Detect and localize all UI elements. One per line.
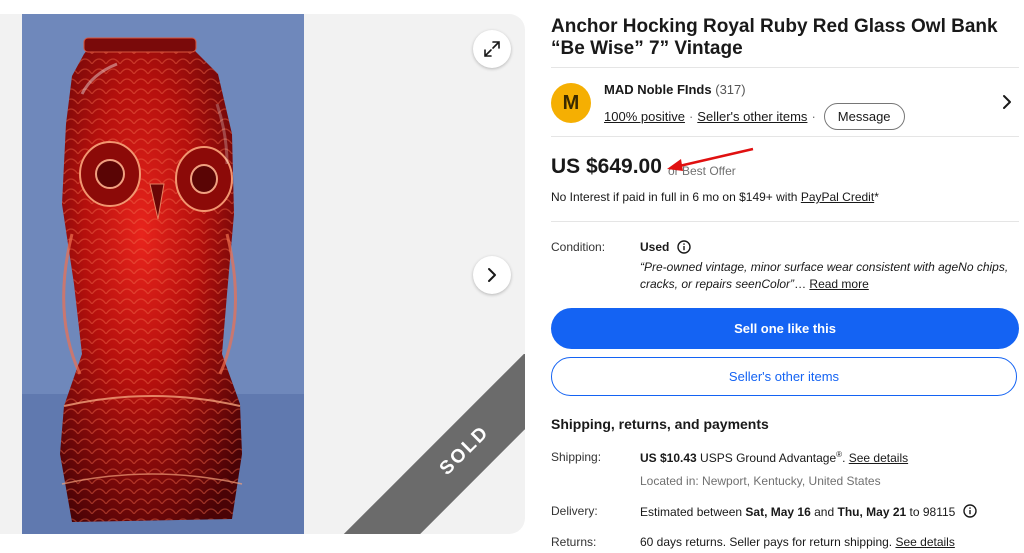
- sold-ribbon: SOLD: [340, 354, 525, 534]
- item-photo[interactable]: [22, 14, 304, 534]
- seller-expand-button[interactable]: [1000, 92, 1014, 117]
- returns-see-details-link[interactable]: See details: [895, 535, 954, 549]
- divider: [551, 221, 1019, 222]
- positive-feedback-link[interactable]: 100% positive: [604, 109, 685, 124]
- next-image-button[interactable]: [473, 256, 511, 294]
- returns-value: 60 days returns. Seller pays for return …: [640, 535, 955, 549]
- seller-links: 100% positive · Seller's other items · M…: [604, 103, 905, 130]
- divider: [551, 67, 1019, 68]
- shipping-label: Shipping:: [551, 450, 602, 464]
- paypal-credit-link[interactable]: PayPal Credit: [801, 190, 874, 204]
- seller-feedback-count: (317): [715, 82, 746, 97]
- seller-name-row: MAD Noble FInds (317): [604, 82, 746, 97]
- annotation-arrow-icon: [667, 147, 754, 171]
- delivery-label: Delivery:: [551, 504, 598, 518]
- message-button[interactable]: Message: [823, 103, 905, 130]
- divider: [551, 136, 1019, 137]
- seller-other-items-link[interactable]: Seller's other items: [697, 109, 807, 124]
- sell-one-like-this-button[interactable]: Sell one like this: [551, 308, 1019, 349]
- image-gallery: SOLD: [0, 14, 525, 534]
- shipping-separator: .: [842, 451, 849, 465]
- financing-offer: No Interest if paid in full in 6 mo on $…: [551, 190, 879, 204]
- condition-value: Used: [640, 240, 670, 254]
- delivery-zip: to 98115: [906, 505, 956, 519]
- delivery-and: and: [810, 505, 838, 519]
- delivery-start-date: Sat, May 16: [745, 505, 811, 519]
- item-location: Located in: Newport, Kentucky, United St…: [640, 474, 881, 488]
- delivery-prefix: Estimated between: [640, 505, 746, 519]
- expand-arrows-icon: [484, 41, 500, 57]
- separator-dot: ·: [688, 109, 694, 124]
- shipping-service: USPS Ground Advantage: [696, 451, 837, 465]
- chevron-right-icon: [488, 268, 496, 282]
- condition-description: “Pre-owned vintage, minor surface wear c…: [640, 259, 1010, 293]
- info-icon[interactable]: [962, 504, 977, 518]
- chevron-right-icon: [1003, 95, 1011, 109]
- sold-label: SOLD: [343, 354, 525, 534]
- owl-bank-image: [22, 14, 304, 534]
- read-more-link[interactable]: Read more: [809, 277, 868, 291]
- seller-avatar[interactable]: M: [551, 83, 591, 123]
- returns-label: Returns:: [551, 535, 597, 549]
- shipping-cost: US $10.43: [640, 451, 697, 465]
- seller-other-items-button[interactable]: Seller's other items: [551, 357, 1017, 396]
- separator-dot: ·: [811, 109, 816, 124]
- shipping-value: US $10.43 USPS Ground Advantage®. See de…: [640, 450, 908, 465]
- delivery-value: Estimated between Sat, May 16 and Thu, M…: [640, 504, 977, 519]
- condition-label: Condition:: [551, 240, 606, 254]
- item-title: Anchor Hocking Royal Ruby Red Glass Owl …: [551, 16, 998, 59]
- condition-value-row: Used: [640, 240, 692, 254]
- seller-name[interactable]: MAD Noble FInds: [604, 82, 712, 97]
- info-icon[interactable]: [677, 240, 692, 254]
- delivery-end-date: Thu, May 21: [837, 505, 907, 519]
- shipping-see-details-link[interactable]: See details: [849, 451, 908, 465]
- expand-image-button[interactable]: [473, 30, 511, 68]
- shipping-heading: Shipping, returns, and payments: [551, 416, 769, 432]
- item-price: US $649.00: [551, 155, 662, 178]
- condition-ellipsis: …: [794, 277, 807, 291]
- financing-asterisk: *: [874, 190, 879, 204]
- returns-text: 60 days returns. Seller pays for return …: [640, 535, 896, 549]
- financing-text: No Interest if paid in full in 6 mo on $…: [551, 190, 801, 204]
